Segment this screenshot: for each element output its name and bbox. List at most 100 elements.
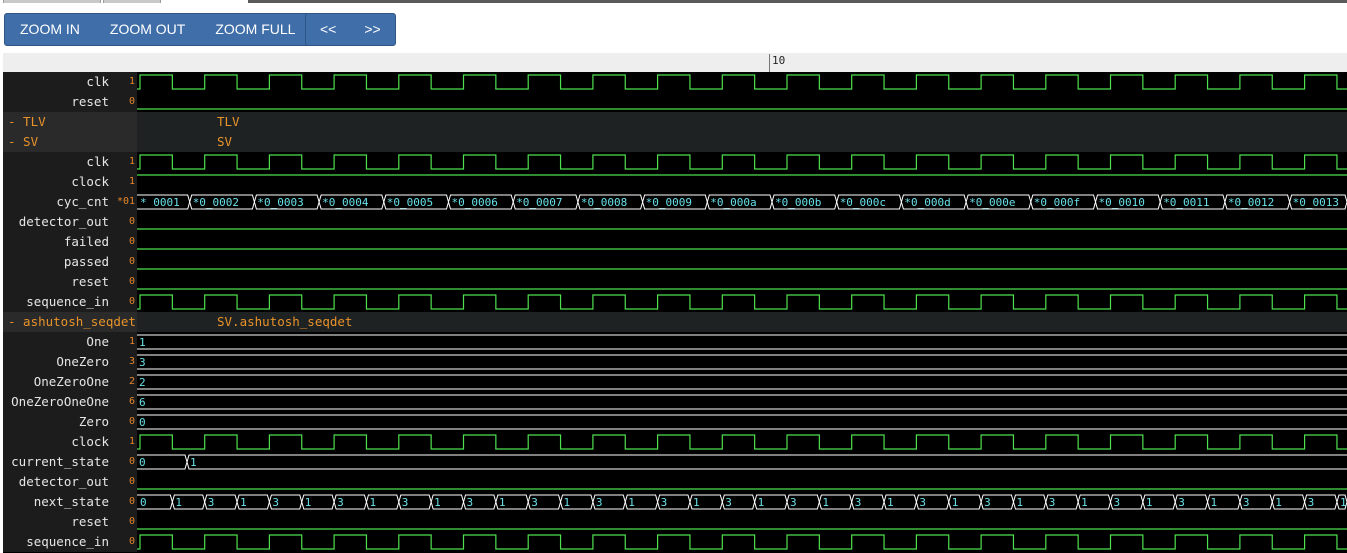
waveform-viewer[interactable]: clk 1 reset 0 - TLV TLV - SV SV clk 1 clock 1 cyc_cn… [3, 72, 1347, 553]
signal-waveform[interactable] [137, 172, 1347, 192]
signal-name[interactable]: OneZeroOneOne [3, 392, 109, 412]
bus-value-label: *0_0004 [322, 196, 369, 209]
signal-waveform[interactable]: 0 [137, 412, 1347, 432]
scope-group-tlv[interactable]: - TLV TLV [3, 112, 1347, 132]
signal-waveform[interactable] [137, 532, 1347, 552]
bus-value-label: 3 [596, 496, 603, 509]
signal-name[interactable]: Zero [3, 412, 109, 432]
signal-row[interactable]: cyc_cnt *01 * 0001 *0_0002 *0_0003 *0_0004 *0_… [3, 192, 1347, 212]
signal-name[interactable]: next_state [3, 492, 109, 512]
signal-waveform[interactable] [137, 272, 1347, 292]
scope-group-name[interactable]: - ashutosh_seqdet [8, 312, 138, 332]
signal-name[interactable]: detector_out [3, 212, 109, 232]
signal-row[interactable]: sequence_in 0 [3, 532, 1347, 552]
signal-row[interactable]: clk 1 [3, 152, 1347, 172]
signal-waveform[interactable] [137, 472, 1347, 492]
scope-group-ashutosh-seqdet[interactable]: - ashutosh_seqdet SV.ashutosh_seqdet [3, 312, 1347, 332]
signal-name[interactable]: failed [3, 232, 109, 252]
signal-waveform[interactable]: 6 [137, 392, 1347, 412]
bus-value-label: 1 [887, 496, 894, 509]
tab-2[interactable] [103, 0, 161, 3]
signal-row[interactable]: OneZeroOneOne 6 6 [3, 392, 1347, 412]
signal-name[interactable]: reset [3, 92, 109, 112]
signal-name[interactable]: current_state [3, 452, 109, 472]
scope-group-sv[interactable]: - SV SV [3, 132, 1347, 152]
signal-waveform[interactable] [137, 292, 1347, 312]
signal-name[interactable]: clk [3, 152, 109, 172]
signal-row[interactable]: OneZeroOne 2 2 [3, 372, 1347, 392]
signal-waveform[interactable] [137, 512, 1347, 532]
bus-value-label: 1 [1275, 496, 1282, 509]
signal-name[interactable]: OneZeroOne [3, 372, 109, 392]
signal-row[interactable]: reset 0 [3, 272, 1347, 292]
signal-waveform[interactable]: 1 [137, 332, 1347, 352]
bus-value-label: 1 [758, 496, 765, 509]
bus-value-label: *0_000b [775, 196, 821, 209]
signal-name[interactable]: passed [3, 252, 109, 272]
bus-value-label: 3 [1049, 496, 1056, 509]
signal-name[interactable]: detector_out [3, 472, 109, 492]
signal-cursor-value: 1 [128, 336, 135, 347]
signal-row[interactable]: OneZero 3 3 [3, 352, 1347, 372]
scope-group-name[interactable]: - SV [8, 132, 138, 152]
signal-row[interactable]: detector_out 0 [3, 212, 1347, 232]
zoom-out-button[interactable]: ZOOM OUT [95, 14, 200, 45]
bus-value-label: 1 [240, 496, 247, 509]
signal-row[interactable]: reset 0 [3, 92, 1347, 112]
signal-waveform[interactable]: 0 1 3 1 3 1 3 1 3 1 3 1 3 1 3 1 3 1 3 1 3 1 3 1 3 1 3 1 3 1 3 1 3 1 3 1 3 1 [137, 492, 1347, 512]
signal-waveform[interactable]: 2 [137, 372, 1347, 392]
signal-row[interactable]: sequence_in 0 [3, 292, 1347, 312]
bus-value-label: 1 [499, 496, 506, 509]
signal-name[interactable]: clk [3, 72, 109, 92]
signal-waveform[interactable] [137, 232, 1347, 252]
signal-name[interactable]: sequence_in [3, 532, 109, 552]
signal-name[interactable]: One [3, 332, 109, 352]
tab-1[interactable] [3, 0, 101, 3]
signal-row[interactable]: passed 0 [3, 252, 1347, 272]
scroll-left-button[interactable]: << [306, 14, 350, 45]
signal-row[interactable]: Zero 0 0 [3, 412, 1347, 432]
signal-row[interactable]: current_state 0 0 1 [3, 452, 1347, 472]
signal-row[interactable]: One 1 1 [3, 332, 1347, 352]
signal-waveform[interactable] [137, 212, 1347, 232]
signal-waveform[interactable] [137, 152, 1347, 172]
signal-row[interactable]: clock 1 [3, 172, 1347, 192]
signal-name[interactable]: sequence_in [3, 292, 109, 312]
signal-name[interactable]: reset [3, 512, 109, 532]
clock-trace [137, 154, 1347, 170]
signal-cursor-value: 0 [128, 496, 135, 507]
clock-trace [137, 74, 1347, 90]
signal-waveform[interactable]: 01 [137, 452, 1347, 472]
signal-waveform[interactable] [137, 92, 1347, 112]
signal-name[interactable]: clock [3, 432, 109, 452]
signal-waveform[interactable]: * 0001 *0_0002 *0_0003 *0_0004 *0_0005 *0_000… [137, 192, 1347, 212]
scroll-right-button[interactable]: >> [350, 14, 394, 45]
signal-waveform[interactable] [137, 252, 1347, 272]
signal-name[interactable]: cyc_cnt [3, 192, 109, 212]
signal-name[interactable]: reset [3, 272, 109, 292]
scope-group-name[interactable]: - TLV [8, 112, 138, 132]
signal-cursor-value: 0 [128, 516, 135, 527]
bus-value-label: *0_000e [969, 196, 1015, 209]
bus-value-label: 3 [790, 496, 797, 509]
zoom-full-button[interactable]: ZOOM FULL [200, 14, 310, 45]
ruler-label: 10 [772, 54, 786, 67]
signal-cursor-value: 1 [128, 76, 135, 87]
signal-waveform[interactable] [137, 72, 1347, 92]
scope-group-label: SV.ashutosh_seqdet [217, 314, 353, 329]
signal-row[interactable]: next_state 0 0 1 3 1 3 1 3 1 3 1 3 1 3 1 3 1 3 1 3 1 3 1 3 1 3 1 3 1 3… [3, 492, 1347, 512]
bus-value-label: *0_0006 [452, 196, 498, 209]
signal-row[interactable]: reset 0 [3, 512, 1347, 532]
signal-row[interactable]: clk 1 [3, 72, 1347, 92]
signal-row[interactable]: clock 1 [3, 432, 1347, 452]
signal-name[interactable]: clock [3, 172, 109, 192]
signal-name[interactable]: OneZero [3, 352, 109, 372]
signal-waveform[interactable] [137, 432, 1347, 452]
signal-row[interactable]: failed 0 [3, 232, 1347, 252]
zoom-in-button[interactable]: ZOOM IN [5, 14, 95, 45]
bus-value-label: 0 [139, 456, 146, 469]
bus-value-label: 3 [855, 496, 862, 509]
signal-row[interactable]: detector_out 0 [3, 472, 1347, 492]
bus-value-label: *0_000f [1034, 196, 1080, 209]
signal-waveform[interactable]: 3 [137, 352, 1347, 372]
